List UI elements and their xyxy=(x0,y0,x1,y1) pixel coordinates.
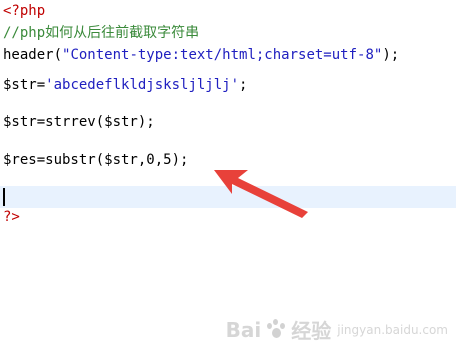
string-literal: "Content-type:text/html;charset=utf-8" xyxy=(62,47,383,63)
current-line-highlight xyxy=(0,186,456,208)
code-line-9[interactable]: $res=substr($str,0,5); xyxy=(3,149,188,171)
code-text: ; xyxy=(239,77,248,93)
code-text: header( xyxy=(3,47,63,63)
baidu-paw-icon xyxy=(265,318,287,341)
code-line-1[interactable]: <?php xyxy=(3,0,45,22)
baidu-jingyan-watermark: Bai 经验 jingyan.baidu.com xyxy=(226,315,448,344)
watermark-brand-2: 经验 xyxy=(291,319,332,343)
watermark-brand: Bai xyxy=(225,317,262,342)
code-text: $str= xyxy=(3,77,46,93)
code-line-5[interactable]: $str='abcedeflkldjsksljljlj'; xyxy=(3,74,247,96)
code-line-3[interactable]: header("Content-type:text/html;charset=u… xyxy=(3,44,399,66)
text-cursor xyxy=(3,188,5,206)
code-line-11[interactable]: ?> xyxy=(3,206,20,228)
code-editor[interactable]: <?php //php如何从后往前截取字符串 header("Content-t… xyxy=(0,0,456,354)
code-line-2-comment[interactable]: //php如何从后往前截取字符串 xyxy=(3,22,199,44)
code-text: ); xyxy=(382,47,400,63)
watermark-url: jingyan.baidu.com xyxy=(337,322,448,337)
code-line-7[interactable]: $str=strrev($str); xyxy=(3,111,155,133)
string-literal: 'abcedeflkldjsksljljlj' xyxy=(45,77,240,93)
